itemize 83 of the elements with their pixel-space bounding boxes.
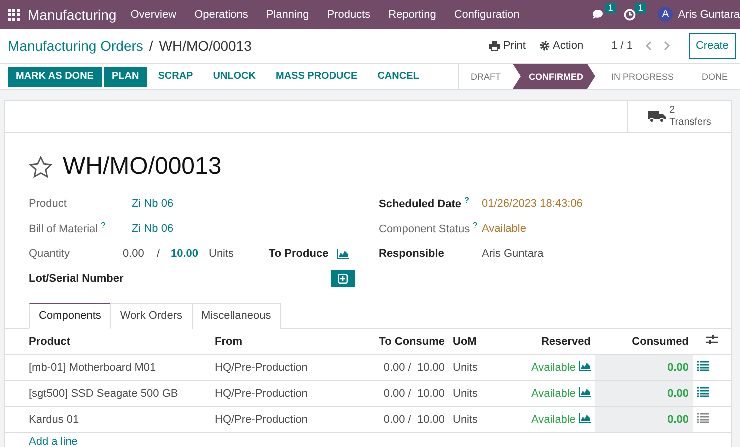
user-name[interactable]: Aris Guntara — [678, 8, 740, 20]
breadcrumb-current: WH/MO/00013 — [159, 38, 252, 54]
breadcrumb-separator: / — [149, 38, 154, 54]
count-badge: 1 — [635, 2, 646, 12]
clock-icon[interactable] — [624, 8, 636, 20]
availability-status: Available — [532, 388, 576, 400]
field-value[interactable]: Available — [482, 222, 526, 234]
table-cell: [mb-01] Motherboard M01 — [5, 354, 211, 380]
primary-button[interactable]: PLAN — [104, 66, 148, 86]
breadcrumb-link[interactable]: Manufacturing Orders — [8, 38, 144, 54]
menu-item[interactable]: Planning — [266, 8, 310, 20]
printer-icon — [489, 41, 500, 51]
column-header[interactable]: From — [211, 329, 369, 354]
action-button[interactable]: CANCEL — [368, 66, 428, 86]
column-header[interactable]: To Consume — [369, 329, 449, 354]
pager-counter: 1 / 1 — [612, 40, 633, 52]
table-cell: HQ/Pre-Production — [211, 380, 369, 406]
field-value[interactable]: Zi Nb 06 — [123, 222, 183, 234]
add-line-link[interactable]: Add a line — [29, 436, 78, 447]
unit-label: Units — [209, 248, 236, 260]
availability-status: Available — [532, 414, 576, 426]
tab[interactable]: Miscellaneous — [192, 303, 282, 329]
menu-item[interactable]: Reporting — [388, 8, 436, 20]
star-icon[interactable] — [29, 156, 53, 178]
field-label: Lot/Serial Number — [29, 272, 123, 284]
table-cell: 0.00 / 10.00 — [369, 354, 449, 380]
status-stage[interactable]: CONFIRMED — [512, 64, 596, 89]
table-cell: Kardus 01 — [5, 406, 211, 432]
menu-item[interactable]: Overview — [130, 8, 177, 20]
primary-button[interactable]: MARK AS DONE — [8, 66, 102, 86]
separator: / — [157, 248, 162, 260]
column-header[interactable]: UoM — [449, 329, 517, 354]
chart-icon[interactable] — [579, 413, 591, 423]
table-cell: HQ/Pre-Production — [211, 406, 369, 432]
add-button[interactable] — [331, 270, 355, 287]
table-cell: Units — [449, 406, 517, 432]
action-button[interactable]: Action — [536, 40, 588, 52]
menu-item[interactable]: Products — [327, 8, 371, 20]
field-label: Bill of Material $^{?}$ — [29, 221, 107, 236]
column-header[interactable]: Product — [5, 329, 211, 354]
table-cell: [sgt500] SSD Seagate 500 GB — [5, 380, 211, 406]
field-label: To Produce — [269, 248, 329, 260]
field-label: Scheduled Date $^{?}$ — [379, 196, 470, 211]
truck-icon — [648, 110, 666, 123]
menu-item[interactable]: Configuration — [454, 8, 520, 20]
field-value[interactable]: Aris Guntara — [482, 248, 544, 260]
chart-icon[interactable] — [579, 387, 591, 397]
list-icon[interactable] — [697, 387, 709, 397]
table-cell: 0.00 / 10.00 — [369, 380, 449, 406]
apps-grid-icon[interactable] — [8, 8, 20, 20]
count-badge: 1 — [605, 2, 616, 12]
action-button[interactable]: UNLOCK — [204, 66, 265, 86]
column-settings-icon[interactable] — [706, 335, 718, 345]
gear-icon — [540, 41, 550, 51]
field-value[interactable]: 10.00 — [171, 248, 209, 260]
availability-status: Available — [532, 362, 576, 374]
table-cell: Units — [449, 354, 517, 380]
print-button[interactable]: Print — [485, 40, 530, 52]
field-value[interactable]: Zi Nb 06 — [123, 198, 183, 210]
table-cell: 0.00 / 10.00 — [369, 406, 449, 432]
action-button[interactable]: SCRAP — [149, 66, 202, 86]
action-button[interactable]: MASS PRODUCE — [267, 66, 367, 86]
field-value[interactable]: 0.00 — [123, 248, 157, 260]
table-cell: HQ/Pre-Production — [211, 354, 369, 380]
field-label: Quantity — [29, 248, 71, 260]
menu-item[interactable]: Operations — [194, 8, 248, 20]
field-label: Product — [29, 198, 68, 210]
record-title: WH/MO/00013 — [63, 153, 222, 181]
list-icon[interactable] — [697, 413, 709, 423]
list-icon[interactable] — [697, 361, 709, 371]
column-header[interactable]: Reserved — [517, 329, 595, 354]
field-label: Responsible — [379, 248, 446, 260]
field-value[interactable]: 01/26/2023 18:43:06 — [482, 198, 583, 210]
tab[interactable]: Work Orders — [110, 303, 193, 329]
plus-square-icon — [338, 274, 348, 284]
chart-icon[interactable] — [579, 361, 591, 371]
create-button[interactable]: Create — [688, 33, 736, 59]
app-name[interactable]: Manufacturing — [28, 6, 117, 22]
tab[interactable]: Components — [29, 303, 112, 329]
avatar[interactable]: A — [658, 7, 674, 22]
chart-icon[interactable] — [336, 248, 349, 258]
table-cell: Units — [449, 380, 517, 406]
field-label: Component Status $^{?}$ — [379, 221, 479, 236]
